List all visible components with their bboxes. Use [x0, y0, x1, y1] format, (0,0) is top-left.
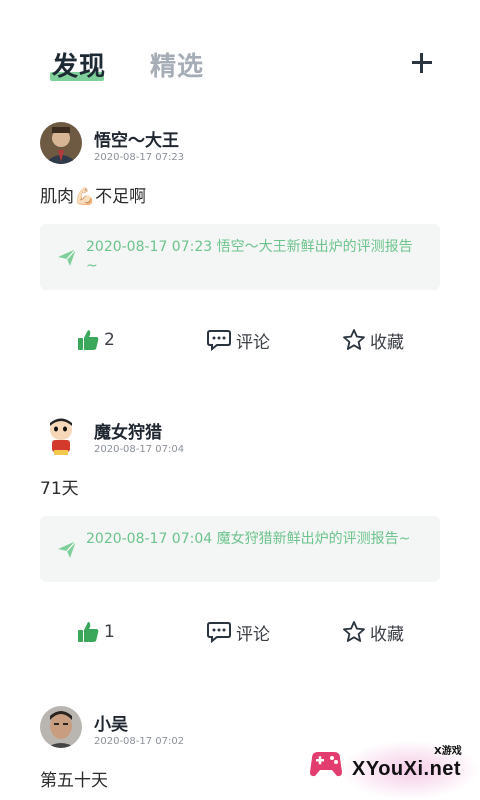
like-button[interactable]: 1 [76, 614, 115, 650]
paper-plane-icon [58, 540, 77, 558]
comment-icon [207, 622, 231, 644]
favorite-label: 收藏 [370, 624, 404, 645]
post-time: 2020-08-17 07:04 [94, 444, 185, 455]
thumbs-up-icon [78, 622, 99, 642]
post-content: 第五十天 [40, 771, 108, 791]
post-content: 71天 [40, 479, 79, 499]
watermark-site-text: XYouXi.net [352, 758, 462, 780]
favorite-button[interactable]: 收藏 [342, 614, 404, 650]
star-icon [343, 329, 365, 350]
post-time: 2020-08-17 07:02 [94, 736, 185, 747]
paper-plane-icon [58, 248, 77, 266]
tab-featured[interactable]: 精选 [150, 46, 204, 83]
favorite-button[interactable]: 收藏 [342, 322, 404, 358]
comment-label: 评论 [236, 624, 270, 645]
comment-label: 评论 [236, 332, 270, 353]
top-bar: 发现 精选 [0, 0, 480, 100]
gamepad-logo-icon [310, 752, 342, 777]
like-button[interactable]: 2 [76, 322, 115, 358]
watermark-small-text: X游戏 [434, 746, 462, 757]
avatar[interactable] [40, 122, 82, 164]
report-text: 2020-08-17 07:23 悟空～大王新鲜出炉的评测报告~ [86, 239, 413, 274]
post-username[interactable]: 魔女狩猎 [94, 418, 162, 443]
post-username[interactable]: 小吴 [94, 710, 128, 735]
post-username[interactable]: 悟空～大王 [94, 126, 179, 151]
post-content: 肌肉💪🏻不足啊 [40, 187, 147, 207]
post-actions: 1 评论 收藏 [0, 614, 480, 650]
comment-button[interactable]: 评论 [206, 322, 270, 358]
post-actions: 2 评论 收藏 [0, 322, 480, 358]
thumbs-up-icon [78, 330, 99, 350]
like-count: 1 [104, 622, 115, 642]
avatar[interactable] [40, 414, 82, 456]
favorite-label: 收藏 [370, 332, 404, 353]
comment-icon [207, 330, 231, 352]
site-watermark: X游戏 XYouXi.net [300, 730, 480, 800]
tab-discover[interactable]: 发现 [52, 46, 106, 83]
report-text: 2020-08-17 07:04 魔女狩猎新鲜出炉的评测报告~ [86, 531, 411, 547]
comment-button[interactable]: 评论 [206, 614, 270, 650]
post-time: 2020-08-17 07:23 [94, 152, 185, 163]
report-card[interactable]: 2020-08-17 07:04 魔女狩猎新鲜出炉的评测报告~ [40, 516, 440, 582]
like-count: 2 [104, 330, 115, 350]
add-post-button[interactable] [404, 44, 440, 80]
report-card[interactable]: 2020-08-17 07:23 悟空～大王新鲜出炉的评测报告~ [40, 224, 440, 290]
star-icon [343, 621, 365, 642]
avatar[interactable] [40, 706, 82, 748]
